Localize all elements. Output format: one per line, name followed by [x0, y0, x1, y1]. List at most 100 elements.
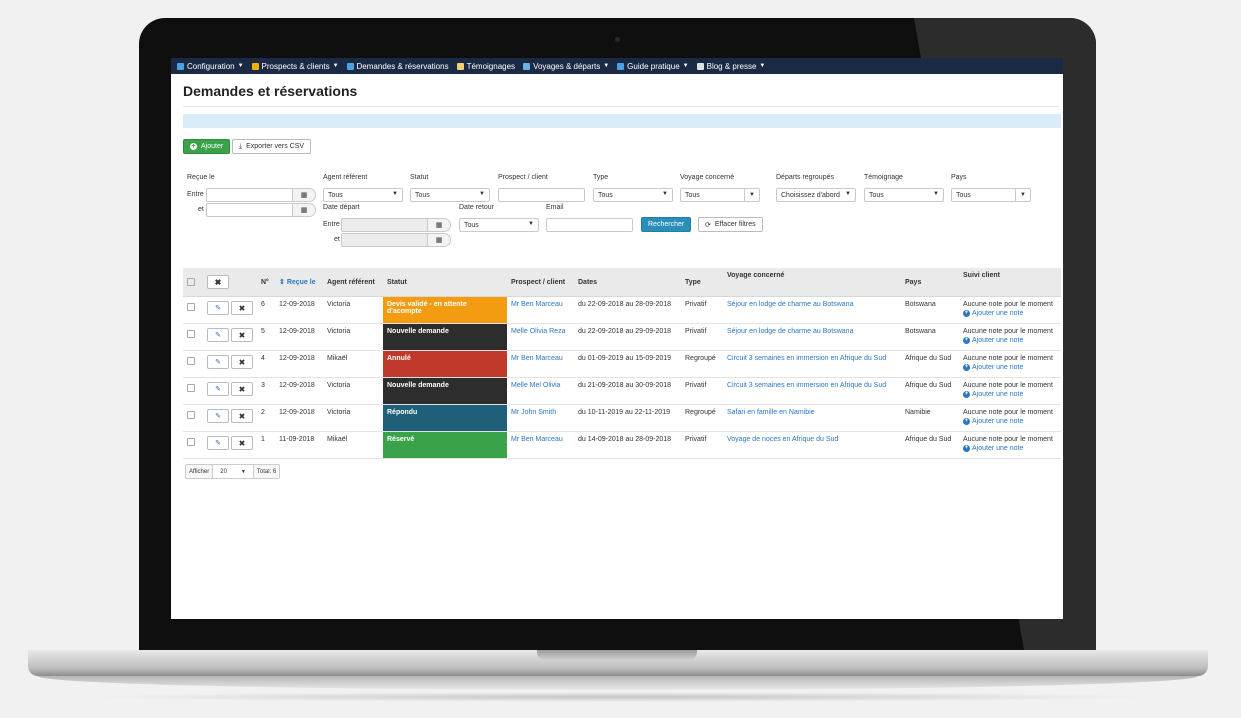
per-page-value: 20 [220, 468, 227, 475]
row-voyage-link[interactable]: Séjour en lodge de charme au Botswana [727, 301, 853, 308]
nav-item-6[interactable]: Blog & presse ▼ [693, 62, 770, 71]
recue-to-date-input[interactable]: ▦ [206, 203, 316, 217]
row-voyage-cell: Séjour en lodge de charme au Botswana [723, 296, 901, 324]
edit-button[interactable]: ✎ [207, 409, 229, 423]
table-row: ✎ ✖ 1 11-09-2018 Mikaël Réservé Mr Ben Marceau… [183, 431, 1061, 459]
row-dates: du 10-11-2019 au 22-11-2019 [574, 404, 681, 432]
row-checkbox[interactable] [187, 330, 195, 338]
camera-icon [615, 37, 620, 42]
chevron-down-icon: ▼ [1015, 189, 1030, 201]
email-input[interactable] [546, 218, 633, 232]
plus-circle-icon: + [963, 310, 970, 317]
row-checkbox[interactable] [187, 303, 195, 311]
recue-from-date-input[interactable]: ▦ [206, 188, 316, 202]
nav-item-1[interactable]: Prospects & clients ▼ [248, 62, 343, 71]
export-csv-button[interactable]: ⤓ Exporter vers CSV [232, 139, 312, 154]
temoignage-select[interactable]: Tous ▼ [864, 188, 944, 202]
row-select-cell [183, 296, 203, 324]
calendar-icon[interactable]: ▦ [292, 189, 315, 201]
departs-select[interactable]: Choisissez d'abord ▼ [776, 188, 856, 202]
calendar-icon[interactable]: ▦ [292, 204, 315, 216]
add-note-link[interactable]: + Ajouter une note [963, 418, 1057, 425]
pays-select[interactable]: Tous ▼ [951, 188, 1031, 202]
edit-button[interactable]: ✎ [207, 328, 229, 342]
depart-to-date-input[interactable]: ▦ [341, 233, 451, 247]
sort-icon: ⇕ [279, 279, 287, 286]
row-prospect-cell: Mr Ben Marceau [507, 296, 574, 324]
plus-circle-icon: + [963, 418, 970, 425]
row-voyage-link[interactable]: Séjour en lodge de charme au Botswana [727, 328, 853, 335]
add-note-link[interactable]: + Ajouter une note [963, 445, 1057, 452]
edit-button[interactable]: ✎ [207, 301, 229, 315]
row-voyage-link[interactable]: Circuit 3 semaines en immersion en Afriq… [727, 355, 886, 362]
row-checkbox[interactable] [187, 411, 195, 419]
delete-selected-button[interactable]: ✖ [207, 275, 229, 289]
agent-select[interactable]: Tous ▼ [323, 188, 403, 202]
row-voyage-link[interactable]: Voyage de noces en Afrique du Sud [727, 436, 838, 443]
row-prospect-link[interactable]: Mr John Smith [511, 409, 556, 416]
row-prospect-link[interactable]: Mr Ben Marceau [511, 355, 563, 362]
laptop-base-lip [38, 676, 1198, 690]
edit-button[interactable]: ✎ [207, 382, 229, 396]
recue-header[interactable]: ⇕ Reçue le [275, 268, 323, 297]
chevron-down-icon: ▼ [479, 191, 485, 197]
select-all-checkbox[interactable] [187, 278, 195, 286]
type-select-value: Tous [598, 191, 613, 199]
date-retour-select[interactable]: Tous ▼ [459, 218, 539, 232]
row-checkbox[interactable] [187, 438, 195, 446]
row-checkbox[interactable] [187, 357, 195, 365]
laptop-notch [537, 650, 697, 660]
calendar-icon[interactable]: ▦ [427, 219, 450, 231]
per-page-select[interactable]: 20 ▼ [212, 465, 254, 478]
row-checkbox[interactable] [187, 384, 195, 392]
row-suivi-cell: Aucune note pour le moment + Ajouter une n… [959, 350, 1061, 378]
depart-from-date-input[interactable]: ▦ [341, 218, 451, 232]
add-note-link[interactable]: + Ajouter une note [963, 337, 1057, 344]
edit-button[interactable]: ✎ [207, 355, 229, 369]
dates-header: Dates [574, 268, 681, 297]
row-voyage-link[interactable]: Circuit 3 semaines en immersion en Afriq… [727, 382, 886, 389]
nav-item-2[interactable]: Demandes & réservations [343, 62, 453, 71]
delete-button[interactable]: ✖ [231, 382, 253, 396]
row-pays: Afrique du Sud [901, 431, 959, 459]
nav-item-0[interactable]: Configuration ▼ [173, 62, 248, 71]
search-button[interactable]: Rechercher [641, 217, 692, 232]
row-recue: 12-09-2018 [275, 377, 323, 405]
row-prospect-link[interactable]: Mr Ben Marceau [511, 436, 563, 443]
chevron-down-icon: ▼ [744, 189, 759, 201]
nav-item-4[interactable]: Voyages & départs ▼ [519, 62, 613, 71]
delete-button[interactable]: ✖ [231, 301, 253, 315]
row-statut-badge: Nouvelle demande [383, 377, 507, 405]
delete-button[interactable]: ✖ [231, 436, 253, 450]
table-row: ✎ ✖ 4 12-09-2018 Mikaël Annulé Mr Ben Marceau d… [183, 350, 1061, 378]
add-note-link[interactable]: + Ajouter une note [963, 391, 1057, 398]
nav-item-5[interactable]: Guide pratique ▼ [613, 62, 692, 71]
type-select[interactable]: Tous ▼ [593, 188, 673, 202]
add-button[interactable]: + Ajouter [183, 139, 231, 154]
row-prospect-cell: Melle Mel Olivia [507, 377, 574, 405]
delete-button[interactable]: ✖ [231, 355, 253, 369]
row-note-text: Aucune note pour le moment [963, 301, 1053, 308]
calendar-icon[interactable]: ▦ [427, 234, 450, 246]
row-voyage-link[interactable]: Safari en famille en Namibie [727, 409, 815, 416]
voyage-select[interactable]: Tous ▼ [680, 188, 760, 202]
row-prospect-link[interactable]: Melle Olivia Reza [511, 328, 565, 335]
row-prospect-link[interactable]: Mr Ben Marceau [511, 301, 563, 308]
caret-down-icon: ▼ [759, 63, 766, 69]
prospect-input[interactable] [498, 188, 585, 202]
clear-filters-button[interactable]: ⟳ Effacer filtres [698, 217, 763, 232]
chevron-down-icon: ▼ [528, 221, 534, 227]
nav-item-3[interactable]: Témoignages [453, 62, 519, 71]
caret-down-icon: ▼ [332, 63, 339, 69]
row-prospect-link[interactable]: Melle Mel Olivia [511, 382, 560, 389]
add-note-link[interactable]: + Ajouter une note [963, 310, 1057, 317]
statut-select[interactable]: Tous ▼ [410, 188, 490, 202]
row-type: Privatif [681, 323, 723, 351]
add-note-link[interactable]: + Ajouter une note [963, 364, 1057, 371]
clear-filters-label: Effacer filtres [714, 221, 756, 228]
delete-button[interactable]: ✖ [231, 328, 253, 342]
laptop-shadow [80, 692, 1160, 702]
delete-button[interactable]: ✖ [231, 409, 253, 423]
add-note-label: Ajouter une note [972, 310, 1024, 317]
edit-button[interactable]: ✎ [207, 436, 229, 450]
